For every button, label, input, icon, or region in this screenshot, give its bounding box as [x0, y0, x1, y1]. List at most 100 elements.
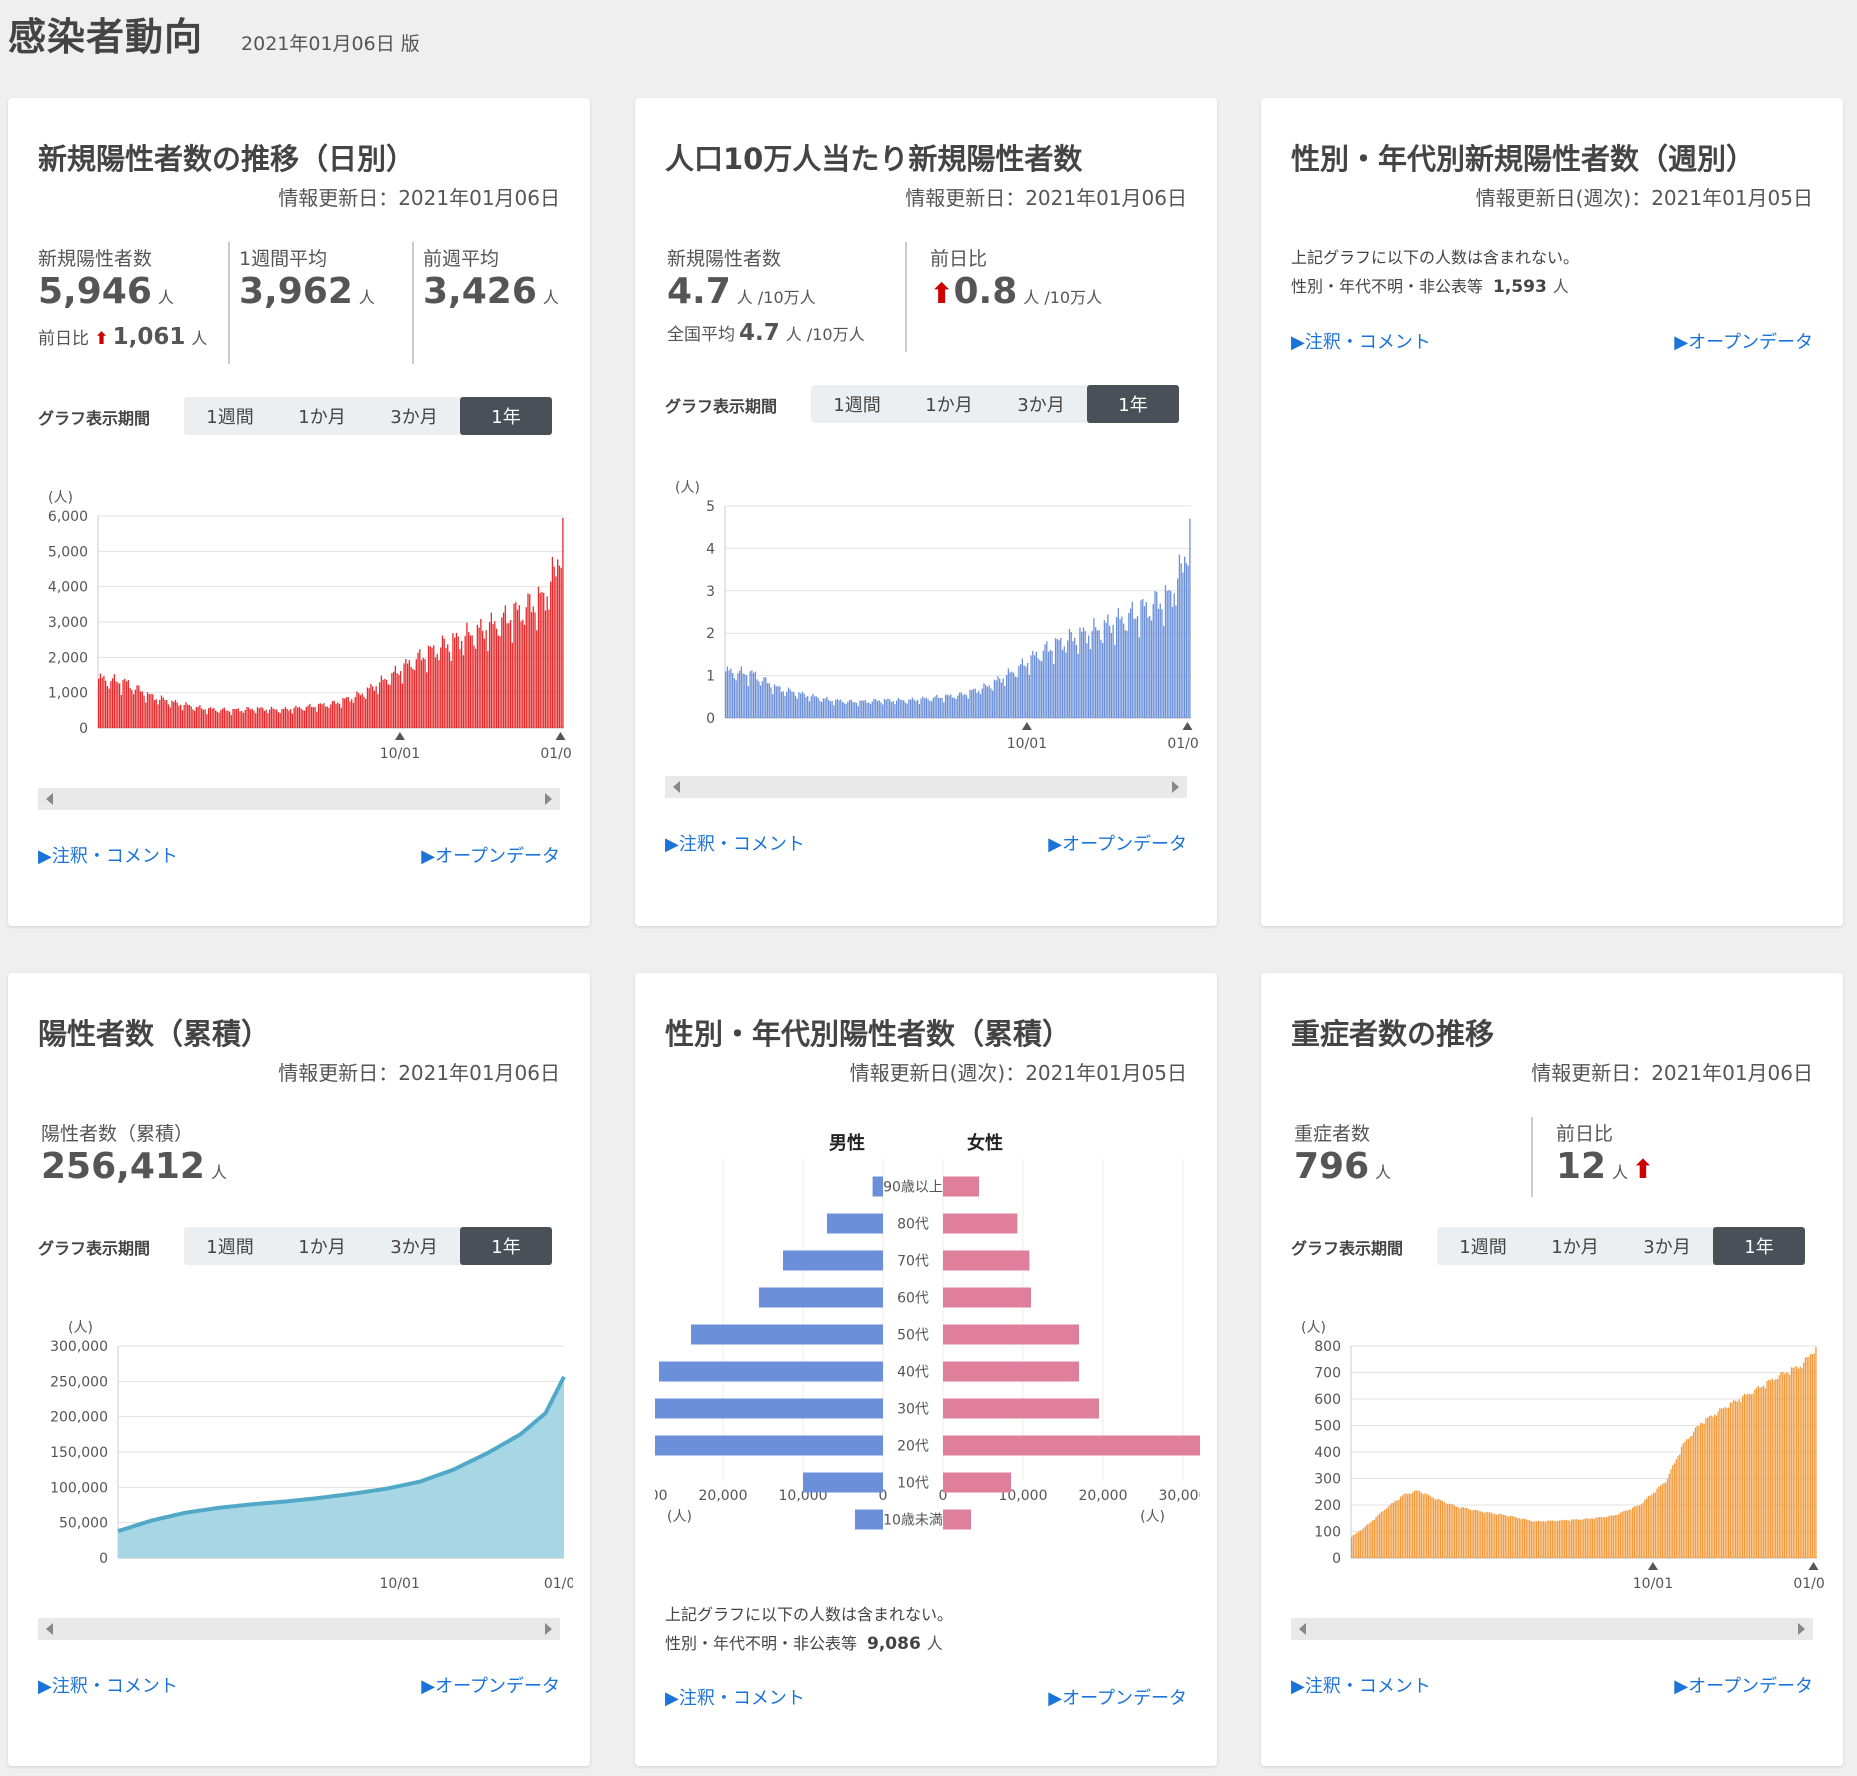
- bar: [1005, 674, 1008, 718]
- open-data-link[interactable]: ▶オープンデータ: [421, 1672, 560, 1698]
- bar: [1396, 1500, 1398, 1558]
- note-link[interactable]: ▶注釈・コメント: [38, 842, 178, 868]
- period-3months[interactable]: 3か月: [368, 1227, 460, 1265]
- period-1week[interactable]: 1週間: [811, 385, 903, 423]
- note-link[interactable]: ▶注釈・コメント: [1291, 328, 1431, 354]
- bar: [1705, 1418, 1707, 1558]
- bar: [1642, 1502, 1644, 1558]
- period-3months[interactable]: 3か月: [368, 397, 460, 435]
- note-link[interactable]: ▶注釈・コメント: [665, 830, 805, 856]
- bar: [1698, 1425, 1700, 1558]
- x-tick-label: 10/01: [1007, 736, 1047, 752]
- stat-severe: 重症者数 796 人: [1294, 1119, 1391, 1187]
- chart-scrollbar[interactable]: [1291, 1618, 1813, 1640]
- bar: [296, 707, 299, 728]
- bar: [115, 681, 117, 728]
- bar: [1480, 1511, 1482, 1558]
- bar: [529, 594, 531, 728]
- bar: [1614, 1514, 1616, 1558]
- bar: [1426, 1494, 1428, 1558]
- bar: [131, 689, 133, 728]
- period-1week[interactable]: 1週間: [184, 397, 276, 435]
- open-data-link[interactable]: ▶オープンデータ: [1674, 1672, 1813, 1698]
- bar: [330, 704, 332, 728]
- bar: [1136, 615, 1139, 718]
- bar: [167, 704, 170, 728]
- bar: [1509, 1515, 1512, 1558]
- period-1year[interactable]: 1年: [1087, 385, 1179, 423]
- open-data-link[interactable]: ▶オープンデータ: [1048, 830, 1187, 856]
- bar: [370, 683, 372, 728]
- chart-scrollbar[interactable]: [665, 776, 1187, 798]
- bar: [1373, 1519, 1375, 1558]
- bar: [558, 565, 561, 728]
- chart-scrollbar[interactable]: [38, 1618, 560, 1640]
- open-data-link[interactable]: ▶オープンデータ: [1048, 1684, 1187, 1710]
- bar: [1658, 1486, 1660, 1558]
- x-tick-marker: [1808, 1562, 1819, 1570]
- chart-scrollbar[interactable]: [38, 788, 560, 810]
- bar: [1680, 1446, 1683, 1558]
- bar: [1604, 1516, 1606, 1558]
- bar: [283, 708, 285, 728]
- bar: [1541, 1521, 1543, 1558]
- period-1month[interactable]: 1か月: [903, 385, 995, 423]
- note-link[interactable]: ▶注釈・コメント: [38, 1672, 178, 1698]
- bar: [1548, 1520, 1550, 1558]
- bar: [1518, 1518, 1520, 1558]
- period-1year[interactable]: 1年: [1713, 1227, 1805, 1265]
- period-1month[interactable]: 1か月: [1529, 1227, 1621, 1265]
- card-title: 新規陽性者数の推移（日別）: [38, 142, 416, 176]
- period-1week[interactable]: 1週間: [184, 1227, 276, 1265]
- bar: [958, 692, 961, 718]
- bar: [1602, 1517, 1604, 1558]
- bar: [908, 699, 910, 718]
- bar: [777, 686, 779, 718]
- bar: [1124, 630, 1126, 718]
- bar: [784, 695, 786, 718]
- period-1year[interactable]: 1年: [460, 1227, 552, 1265]
- bar: [344, 698, 346, 728]
- x-tick-label: 01/01: [1167, 736, 1200, 752]
- bar: [242, 712, 245, 728]
- bar: [1088, 635, 1090, 718]
- open-data-link[interactable]: ▶オープンデータ: [421, 842, 560, 868]
- period-1week[interactable]: 1週間: [1437, 1227, 1529, 1265]
- bar: [1778, 1375, 1780, 1558]
- bar: [1787, 1372, 1789, 1558]
- bar: [946, 694, 948, 718]
- bar: [1743, 1393, 1746, 1558]
- period-3months[interactable]: 3か月: [995, 385, 1087, 423]
- bar: [1593, 1519, 1595, 1558]
- bar: [738, 670, 741, 718]
- bar: [1495, 1514, 1498, 1558]
- bar: [1406, 1494, 1409, 1558]
- period-1month[interactable]: 1か月: [276, 1227, 368, 1265]
- bar: [405, 658, 407, 728]
- bar: [185, 702, 187, 728]
- bar: [288, 710, 290, 728]
- period-1year[interactable]: 1年: [460, 397, 552, 435]
- period-3months[interactable]: 3か月: [1621, 1227, 1713, 1265]
- bar: [237, 708, 239, 728]
- bar: [1494, 1513, 1496, 1558]
- open-data-link[interactable]: ▶オープンデータ: [1674, 328, 1813, 354]
- bar: [1377, 1515, 1379, 1558]
- stat-value: 4.7 人 /10万人: [667, 271, 816, 312]
- bar: [110, 681, 112, 728]
- period-1month[interactable]: 1か月: [276, 397, 368, 435]
- bar: [1759, 1387, 1761, 1558]
- card-updated: 情報更新日：2021年01月06日: [905, 186, 1187, 210]
- note-link[interactable]: ▶注釈・コメント: [1291, 1672, 1431, 1698]
- note-link[interactable]: ▶注釈・コメント: [665, 1684, 805, 1710]
- bar: [139, 691, 142, 728]
- bar: [1366, 1524, 1369, 1558]
- bar: [443, 638, 445, 728]
- scroll-right-icon: [545, 1623, 552, 1635]
- bar: [214, 710, 217, 728]
- bar: [1598, 1517, 1601, 1558]
- bar: [1394, 1500, 1396, 1558]
- bar: [1384, 1509, 1386, 1558]
- bar: [197, 706, 199, 728]
- bar: [1745, 1394, 1747, 1558]
